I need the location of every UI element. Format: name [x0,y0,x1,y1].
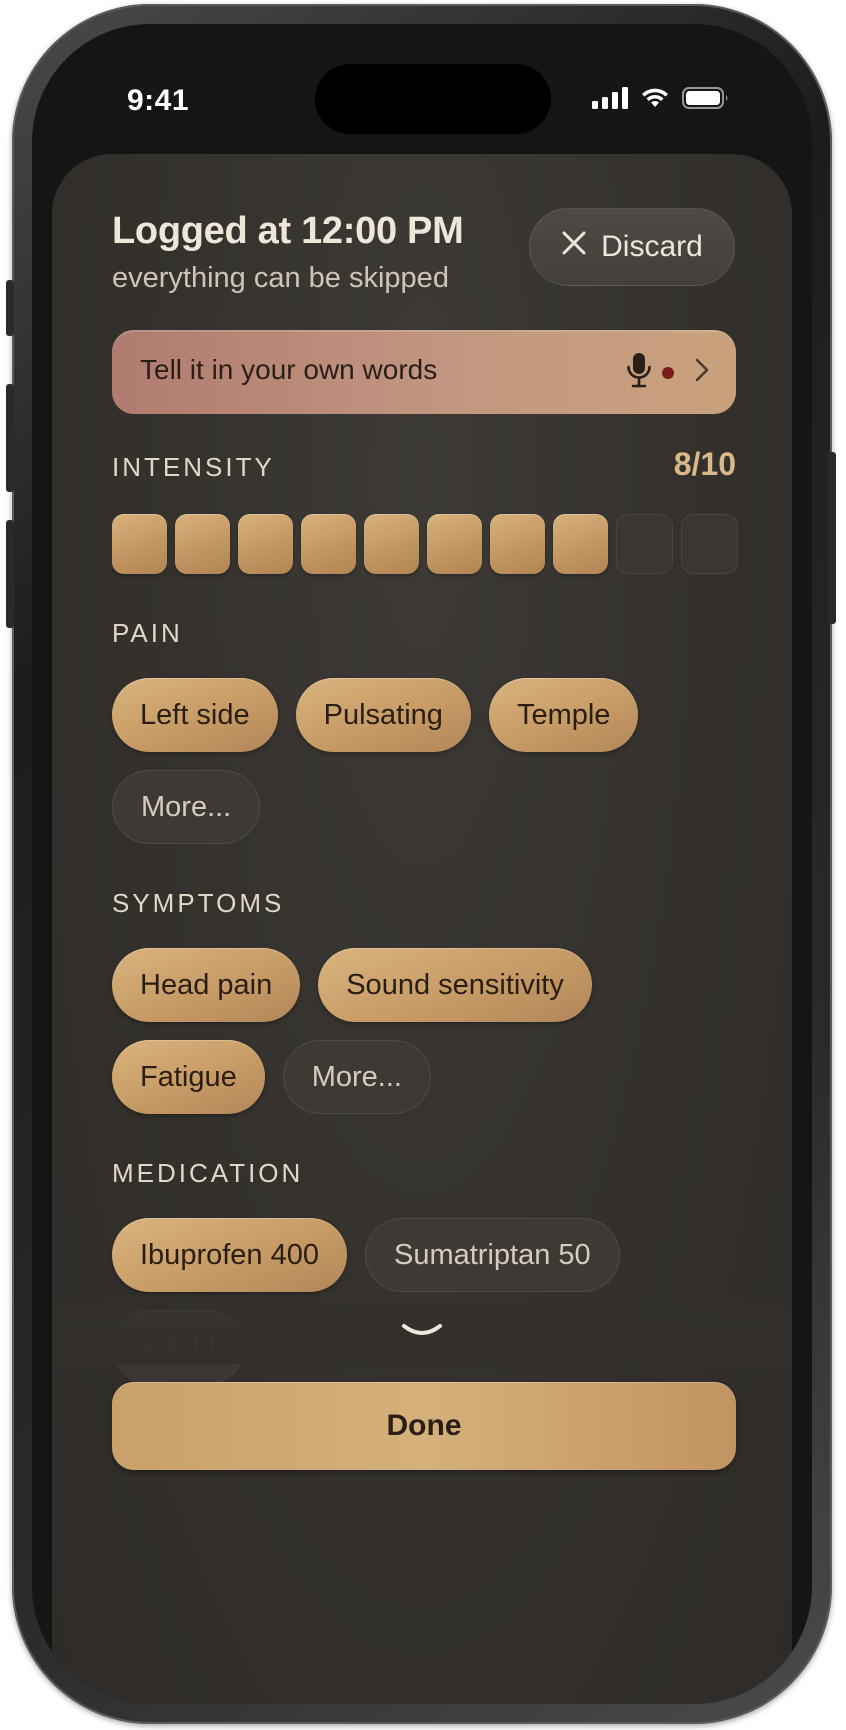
phone-frame: 9:41 Logged at 12:00 PM everything can b… [6,4,836,1724]
voice-entry-icons [626,352,710,393]
intensity-segment-7[interactable] [489,514,546,574]
power-button [828,452,836,624]
mic-icon [626,352,652,393]
pain-chip-left-side[interactable]: Left side [112,678,278,752]
pain-chip-row-1: Left side Pulsating Temple [112,678,639,752]
discard-label: Discard [601,230,703,263]
action-button [6,280,14,336]
status-icons [592,86,730,115]
log-sheet: Logged at 12:00 PM everything can be ski… [52,154,792,1704]
intensity-segment-4[interactable] [300,514,357,574]
intensity-slider[interactable] [112,514,739,574]
pain-more-button[interactable]: More... [112,770,261,844]
intensity-segment-6[interactable] [426,514,483,574]
intensity-segment-8[interactable] [552,514,609,574]
symptoms-more-button[interactable]: More... [282,1040,431,1114]
intensity-segment-10[interactable] [680,514,739,574]
voice-entry-button[interactable]: Tell it in your own words [112,330,736,414]
chevron-down-icon[interactable] [400,1322,444,1347]
intensity-value: 8/10 [673,446,736,482]
dynamic-island [315,64,551,134]
pain-chip-pulsating[interactable]: Pulsating [295,678,471,752]
symptom-chip-fatigue[interactable]: Fatigue [112,1040,265,1114]
pain-section-label: PAIN [112,618,183,648]
symptom-chip-sound-sensitivity[interactable]: Sound sensitivity [318,948,592,1022]
medication-chip-row: Ibuprofen 400 Sumatriptan 50 [112,1218,620,1292]
volume-up-button [6,384,14,492]
page-title: Logged at 12:00 PM [112,210,464,252]
intensity-section-label: INTENSITY [112,452,275,482]
wifi-icon [640,87,670,114]
voice-entry-label: Tell it in your own words [140,354,438,385]
discard-button[interactable]: Discard [529,208,735,286]
symptom-chip-head-pain[interactable]: Head pain [112,948,301,1022]
intensity-segment-1[interactable] [112,514,168,574]
intensity-segment-5[interactable] [363,514,420,574]
status-time: 9:41 [127,84,190,117]
medication-chip-sumatriptan[interactable]: Sumatriptan 50 [364,1218,620,1292]
screen: 9:41 Logged at 12:00 PM everything can b… [32,24,812,1704]
page-subtitle: everything can be skipped [112,262,449,294]
intensity-segment-3[interactable] [237,514,294,574]
symptoms-chip-row-1: Head pain Sound sensitivity [112,948,592,1022]
close-icon [561,230,587,264]
battery-icon [682,86,730,115]
pain-chip-temple[interactable]: Temple [488,678,639,752]
symptoms-section-label: SYMPTOMS [112,888,285,918]
medication-section-label: MEDICATION [112,1158,304,1188]
pain-chip-row-2: More... [112,770,261,844]
medication-chip-ibuprofen[interactable]: Ibuprofen 400 [112,1218,347,1292]
chevron-right-icon [694,357,710,388]
done-button[interactable]: Done [112,1382,736,1470]
intensity-segment-2[interactable] [174,514,231,574]
intensity-segment-9[interactable] [615,514,674,574]
symptoms-chip-row-2: Fatigue More... [112,1040,431,1114]
cellular-signal-icon [592,87,628,114]
recording-indicator-dot [662,366,674,379]
volume-down-button [6,520,14,628]
